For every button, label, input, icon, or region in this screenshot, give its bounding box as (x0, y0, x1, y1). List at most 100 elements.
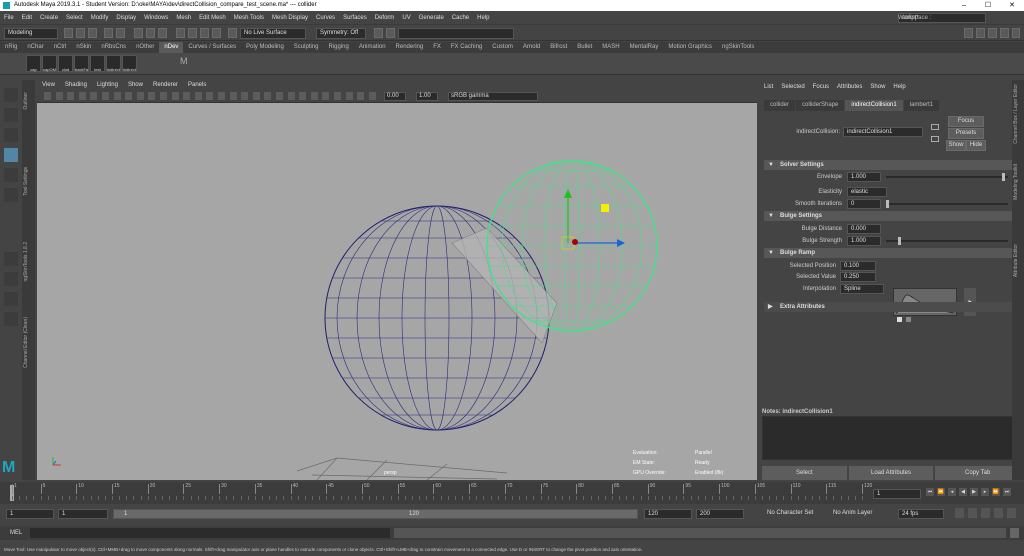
hide-button[interactable]: Hide (966, 140, 986, 151)
shelf-button-capom[interactable]: capOM (42, 55, 57, 72)
four-view-icon[interactable] (4, 272, 18, 286)
film-gate-icon[interactable] (125, 92, 133, 100)
anim-layer-dropdown[interactable]: No Anim Layer (830, 509, 892, 519)
menu-display[interactable]: Display (112, 11, 140, 25)
motion-blur-icon[interactable] (276, 92, 283, 100)
shelf-tab-fx[interactable]: FX (428, 42, 446, 53)
anti-alias-icon[interactable] (287, 92, 295, 100)
shelf-tab-nrbscns[interactable]: nRbsCns (96, 42, 131, 53)
ambient-occlusion-icon[interactable] (264, 92, 272, 100)
fps-dropdown[interactable]: 24 fps (898, 509, 944, 519)
safe-action-icon[interactable] (171, 92, 179, 100)
shelf-button-cap[interactable]: cap (26, 55, 41, 72)
wire-on-shaded-icon[interactable] (218, 92, 225, 100)
lasso-tool-icon[interactable] (4, 108, 18, 122)
ramp-handle-icon[interactable] (906, 317, 911, 322)
shelf-button-backfa[interactable]: backFa (74, 55, 89, 72)
presets-button[interactable]: Presets (948, 128, 984, 139)
preferences-icon[interactable] (994, 508, 1003, 518)
shelf-tab-rendering[interactable]: Rendering (391, 42, 429, 53)
field-chart-icon[interactable] (160, 92, 167, 100)
step-forward-frame-icon[interactable]: ▸ (981, 488, 989, 496)
layout3-icon[interactable] (988, 28, 997, 38)
menu-deform[interactable]: Deform (371, 11, 399, 25)
go-to-end-icon[interactable]: ⏭ (1003, 488, 1011, 496)
side-tab-2[interactable]: ngSkinTools 1.8.2 (23, 242, 34, 281)
menu-create[interactable]: Create (36, 11, 62, 25)
menu-mesh-display[interactable]: Mesh Display (268, 11, 312, 25)
live-surface-field[interactable]: No Live Surface (240, 28, 306, 39)
copy-tab-button[interactable]: Copy Tab (935, 466, 1021, 480)
shelf-tab-bullet[interactable]: Bullet (572, 42, 597, 53)
audio-icon[interactable] (981, 508, 990, 518)
layout-icon[interactable] (964, 28, 973, 38)
menu-surfaces[interactable]: Surfaces (339, 11, 371, 25)
right-tab-2[interactable]: Attribute Editor (1013, 244, 1024, 277)
attr-tab-lambert1[interactable]: lambert1 (903, 100, 940, 111)
ramp-handle-icon[interactable] (897, 317, 902, 322)
shelf-tab-mentalray[interactable]: MentalRay (625, 42, 664, 53)
show-button[interactable]: Show (946, 140, 966, 151)
viewport-menu-renderer[interactable]: Renderer (148, 80, 183, 90)
auto-key-icon[interactable] (968, 508, 977, 518)
smooth-iterations-field[interactable]: 0 (847, 199, 881, 209)
save-scene-icon[interactable] (88, 28, 97, 38)
viewport-persp[interactable]: persp (37, 103, 757, 480)
shelf-tab-nchar[interactable]: nChar (22, 42, 48, 53)
viewport-menu-shading[interactable]: Shading (60, 80, 92, 90)
menu-edit[interactable]: Edit (18, 11, 36, 25)
command-search-field[interactable] (398, 28, 514, 39)
render-icon[interactable] (374, 28, 383, 38)
shelf-tab-sculpting[interactable]: Sculpting (289, 42, 324, 53)
shelf-tab-nrig[interactable]: nRig (0, 42, 22, 53)
scale-tool-icon[interactable] (4, 188, 18, 202)
shelf-tab-curves-surfaces[interactable]: Curves / Surfaces (183, 42, 241, 53)
symmetry-dropdown[interactable]: Symmetry: Off (316, 28, 366, 39)
textured-icon[interactable] (229, 92, 237, 100)
right-tab-1[interactable]: Modeling Toolkit (1013, 164, 1024, 200)
menu-mesh-tools[interactable]: Mesh Tools (230, 11, 268, 25)
envelope-slider[interactable] (886, 173, 1008, 181)
shelf-button-test[interactable]: test (90, 55, 105, 72)
load-attributes-button[interactable]: Load Attributes (848, 466, 934, 480)
shelf-tab-rigging[interactable]: Rigging (323, 42, 353, 53)
shelf-tab-custom[interactable]: Custom (487, 42, 518, 53)
attr-menu-attributes[interactable]: Attributes (833, 80, 866, 94)
envelope-field[interactable]: 1.000 (847, 172, 881, 182)
select-tool-icon[interactable] (4, 88, 18, 102)
go-to-start-icon[interactable]: ⏮ (926, 488, 934, 496)
menu-select[interactable]: Select (62, 11, 87, 25)
colorspace-dropdown[interactable]: sRGB gamma (448, 92, 538, 101)
attr-tab-collidershape[interactable]: colliderShape (796, 100, 845, 111)
shelf-tab-mash[interactable]: MASH (597, 42, 624, 53)
safe-title-icon[interactable] (183, 92, 191, 100)
smooth-slider-knob[interactable] (886, 200, 889, 208)
select-hierarchy-icon[interactable] (134, 28, 143, 38)
attr-menu-help[interactable]: Help (889, 80, 909, 94)
notes-textarea[interactable] (762, 416, 1020, 460)
attr-tab-collider[interactable]: collider (764, 100, 796, 111)
right-tab-0[interactable]: Channel Box / Layer Editor (1013, 84, 1024, 144)
snap-point-icon[interactable] (200, 28, 209, 38)
side-tab-3[interactable]: Channel Editor (Clean) (23, 317, 34, 368)
outliner-view-icon[interactable] (4, 312, 18, 326)
snap-view-icon[interactable] (212, 28, 221, 38)
minimize-icon[interactable]: – (952, 0, 976, 11)
shelf-tab-bifrost[interactable]: Bifrost (545, 42, 572, 53)
play-forwards-icon[interactable]: ▶ (970, 488, 978, 496)
menu-uv[interactable]: UV (398, 11, 414, 25)
menu-set-dropdown[interactable]: Modeling (4, 28, 58, 39)
xray-components-icon[interactable] (345, 92, 353, 100)
menu-generate[interactable]: Generate (415, 11, 448, 25)
layout5-icon[interactable] (1012, 28, 1020, 38)
step-back-frame-icon[interactable]: ◂ (948, 488, 956, 496)
character-set-dropdown[interactable]: No Character Set (764, 509, 826, 519)
attr-menu-focus[interactable]: Focus (809, 80, 833, 94)
menu-modify[interactable]: Modify (87, 11, 113, 25)
attr-menu-show[interactable]: Show (866, 80, 889, 94)
new-scene-icon[interactable] (64, 28, 73, 38)
range-bar[interactable]: 1 120 (113, 509, 638, 519)
smooth-shade-icon[interactable] (206, 92, 214, 100)
menu-cache[interactable]: Cache (448, 11, 473, 25)
select-object-icon[interactable] (146, 28, 155, 38)
